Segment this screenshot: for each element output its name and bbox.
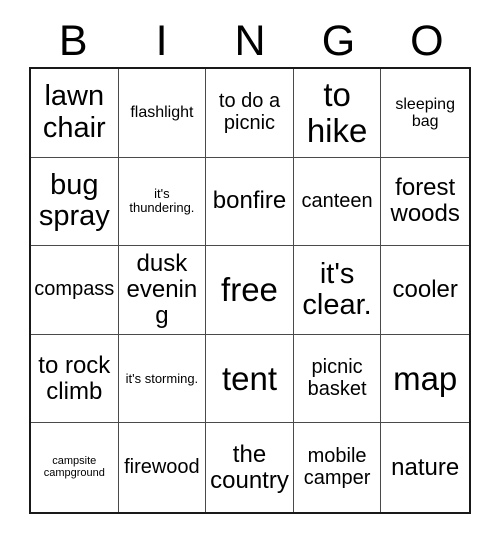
- bingo-cell-label: free: [221, 271, 278, 309]
- bingo-cell-label: flashlight: [130, 104, 194, 122]
- bingo-cell-r5c1[interactable]: campsite campground: [31, 423, 119, 512]
- bingo-cell-label: sleeping bag: [395, 95, 455, 130]
- bingo-header-letter-b: B: [58, 17, 88, 65]
- bingo-cell-r3c1[interactable]: compass: [31, 246, 119, 335]
- bingo-cell-r3c5[interactable]: cooler: [381, 246, 469, 335]
- bingo-cell-r5c3[interactable]: the country: [206, 423, 294, 512]
- bingo-cell-r2c2[interactable]: it's thundering.: [118, 157, 207, 247]
- bingo-card: B I N G O lawn chair flashlight to do a pi…: [0, 0, 500, 544]
- bingo-cell-label: compass: [34, 278, 115, 301]
- bingo-cell-label: tent: [221, 359, 278, 397]
- bingo-cell-r3c2[interactable]: dusk evening: [118, 246, 207, 335]
- bingo-cell-r1c3[interactable]: to do a picnic: [206, 69, 294, 158]
- bingo-cell-label: to do a picnic: [218, 90, 281, 134]
- bingo-cell-r5c5[interactable]: nature: [381, 423, 469, 512]
- bingo-cell-r1c2[interactable]: flashlight: [118, 69, 207, 158]
- bingo-cell-r4c1[interactable]: to rock climb: [31, 334, 119, 424]
- bingo-cell-r5c2[interactable]: firewood: [118, 423, 207, 512]
- bingo-grid: lawn chair flashlight to do a picnic to hik…: [29, 67, 471, 514]
- bingo-cell-r4c3[interactable]: tent: [206, 334, 294, 424]
- bingo-cell-label: nature: [391, 453, 460, 481]
- bingo-cell-label: campsite campground: [43, 454, 105, 479]
- bingo-cell-r1c5[interactable]: sleeping bag: [381, 69, 469, 158]
- bingo-cell-r3c3[interactable]: free: [206, 246, 294, 335]
- bingo-cell-r1c4[interactable]: to hike: [293, 69, 382, 158]
- bingo-cell-r2c5[interactable]: forest woods: [381, 157, 469, 247]
- bingo-cell-r4c5[interactable]: map: [381, 334, 469, 424]
- bingo-cell-label: to rock climb: [38, 351, 111, 405]
- bingo-cell-label: map: [393, 359, 458, 397]
- bingo-cell-label: dusk evening: [126, 250, 198, 329]
- bingo-cell-label: firewood: [124, 455, 200, 478]
- bingo-cell-r4c4[interactable]: picnic basket: [293, 334, 382, 424]
- bingo-cell-r3c4[interactable]: it's clear.: [293, 246, 382, 335]
- bingo-cell-r5c4[interactable]: mobile camper: [293, 423, 382, 512]
- bingo-cell-label: lawn chair: [42, 80, 106, 144]
- bingo-cell-r2c3[interactable]: bonfire: [206, 157, 294, 247]
- bingo-cell-label: it's storming.: [125, 370, 199, 386]
- bingo-cell-r4c2[interactable]: it's storming.: [118, 334, 207, 424]
- bingo-cell-label: picnic basket: [307, 356, 367, 400]
- bingo-cell-label: canteen: [301, 189, 373, 212]
- bingo-cell-label: it's clear.: [302, 257, 372, 321]
- bingo-header-letter-i: I: [155, 17, 168, 65]
- bingo-cell-label: it's thundering.: [129, 186, 195, 216]
- bingo-cell-label: mobile camper: [303, 445, 371, 489]
- bingo-cell-label: bonfire: [212, 187, 287, 215]
- bingo-header-letter-n: N: [234, 17, 266, 65]
- bingo-cell-label: forest woods: [390, 174, 460, 228]
- bingo-header-row: B I N G O: [29, 16, 471, 67]
- bingo-cell-label: the country: [210, 440, 289, 494]
- bingo-cell-label: bug spray: [38, 169, 110, 233]
- bingo-cell-label: to hike: [306, 76, 368, 149]
- bingo-cell-r2c4[interactable]: canteen: [293, 157, 382, 247]
- bingo-cell-label: cooler: [392, 276, 458, 304]
- bingo-header-letter-o: O: [410, 17, 444, 65]
- bingo-cell-r1c1[interactable]: lawn chair: [31, 69, 119, 158]
- bingo-cell-r2c1[interactable]: bug spray: [31, 157, 119, 247]
- bingo-header-letter-g: G: [321, 17, 356, 65]
